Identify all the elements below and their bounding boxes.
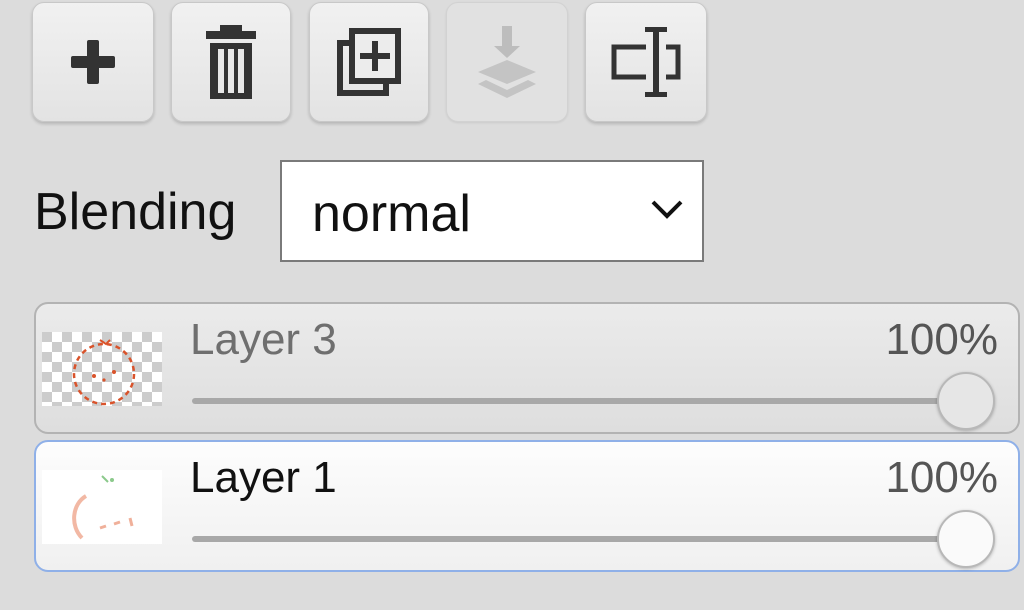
- layer-thumbnail: [42, 332, 162, 406]
- rename-icon: [611, 27, 681, 97]
- plus-icon: [71, 40, 115, 84]
- layer-opacity-value: 100%: [885, 315, 998, 364]
- add-layer-button[interactable]: [32, 2, 154, 122]
- opacity-slider-handle[interactable]: [937, 510, 995, 568]
- layer-name: Layer 3: [190, 315, 337, 364]
- opacity-slider-track[interactable]: [192, 536, 952, 542]
- layer-thumbnail: [42, 470, 162, 544]
- trash-icon: [206, 25, 256, 99]
- blending-selected-value: normal: [312, 185, 471, 243]
- layer-item-layer-1[interactable]: Layer 1 100%: [34, 440, 1020, 572]
- opacity-slider-handle[interactable]: [937, 372, 995, 430]
- layer-opacity-value: 100%: [885, 453, 998, 502]
- layer-toolbar: [0, 0, 1024, 130]
- merge-down-button[interactable]: [446, 2, 568, 122]
- chevron-down-icon: [651, 200, 683, 219]
- layer-name: Layer 1: [190, 453, 337, 502]
- opacity-slider-track[interactable]: [192, 398, 952, 404]
- delete-layer-button[interactable]: [171, 2, 291, 122]
- duplicate-layer-button[interactable]: [309, 2, 429, 122]
- merge-down-icon: [478, 26, 536, 98]
- rename-layer-button[interactable]: [585, 2, 707, 122]
- duplicate-icon: [337, 28, 401, 96]
- layer-item-layer-3[interactable]: Layer 3 100%: [34, 302, 1020, 434]
- blending-row: Blending normal: [34, 160, 734, 264]
- blending-label: Blending: [34, 183, 237, 241]
- blending-select[interactable]: normal: [280, 160, 704, 262]
